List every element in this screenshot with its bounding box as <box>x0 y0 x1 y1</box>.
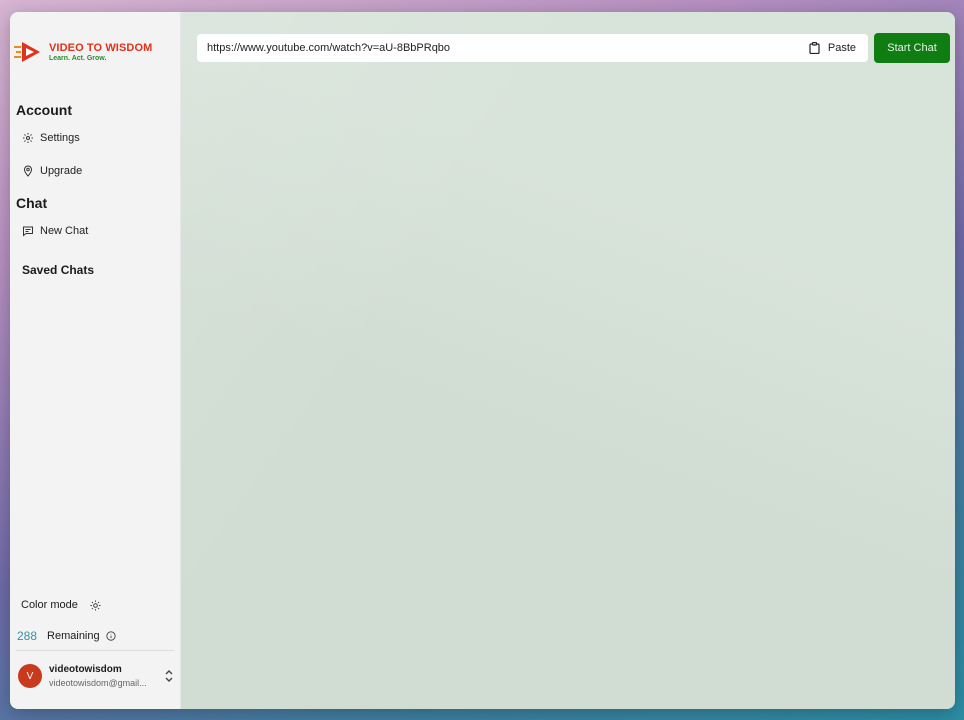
user-menu[interactable]: V videotowisdom videotowisdom@gmail... <box>18 664 174 688</box>
url-input[interactable] <box>207 42 809 54</box>
user-name: videotowisdom <box>49 664 122 675</box>
badge-icon <box>23 165 33 177</box>
main-area: Paste Start Chat <box>181 12 955 709</box>
gear-icon <box>23 133 33 143</box>
chevron-up-down-icon[interactable] <box>164 669 174 683</box>
color-mode-label: Color mode <box>21 599 78 611</box>
avatar: V <box>18 664 42 688</box>
url-bar: Paste <box>197 34 868 62</box>
logo[interactable]: VIDEO TO WISDOM Learn. Act. Grow. <box>14 40 152 64</box>
logo-play-icon <box>14 42 40 62</box>
sun-icon[interactable] <box>90 599 101 611</box>
paste-label: Paste <box>827 42 856 54</box>
remaining-row: 288 Remaining <box>17 629 116 643</box>
sidebar-item-label: Settings <box>40 132 80 144</box>
start-chat-button[interactable]: Start Chat <box>874 33 950 63</box>
sidebar-item-upgrade[interactable]: Upgrade <box>22 165 82 177</box>
sidebar-item-new-chat[interactable]: New Chat <box>22 225 88 237</box>
clipboard-icon <box>809 42 820 54</box>
sidebar-divider <box>16 650 174 651</box>
color-mode-row: Color mode <box>21 599 101 611</box>
user-email: videotowisdom@gmail... <box>49 678 147 688</box>
app-window: VIDEO TO WISDOM Learn. Act. Grow. Accoun… <box>10 12 955 709</box>
info-icon[interactable] <box>106 631 116 641</box>
sidebar-item-label: Upgrade <box>40 165 83 177</box>
sidebar-item-label: New Chat <box>40 225 89 237</box>
chat-icon <box>23 226 33 237</box>
sidebar: VIDEO TO WISDOM Learn. Act. Grow. Accoun… <box>10 12 181 709</box>
account-heading: Account <box>16 102 72 118</box>
sidebar-item-settings[interactable]: Settings <box>22 132 80 144</box>
brand-title: VIDEO TO WISDOM <box>49 42 153 54</box>
brand-tagline: Learn. Act. Grow. <box>49 55 107 62</box>
paste-button[interactable]: Paste <box>809 42 856 54</box>
saved-chats-heading: Saved Chats <box>22 263 95 277</box>
remaining-label: Remaining <box>47 630 100 642</box>
chat-heading: Chat <box>16 195 48 211</box>
remaining-count: 288 <box>17 629 38 643</box>
